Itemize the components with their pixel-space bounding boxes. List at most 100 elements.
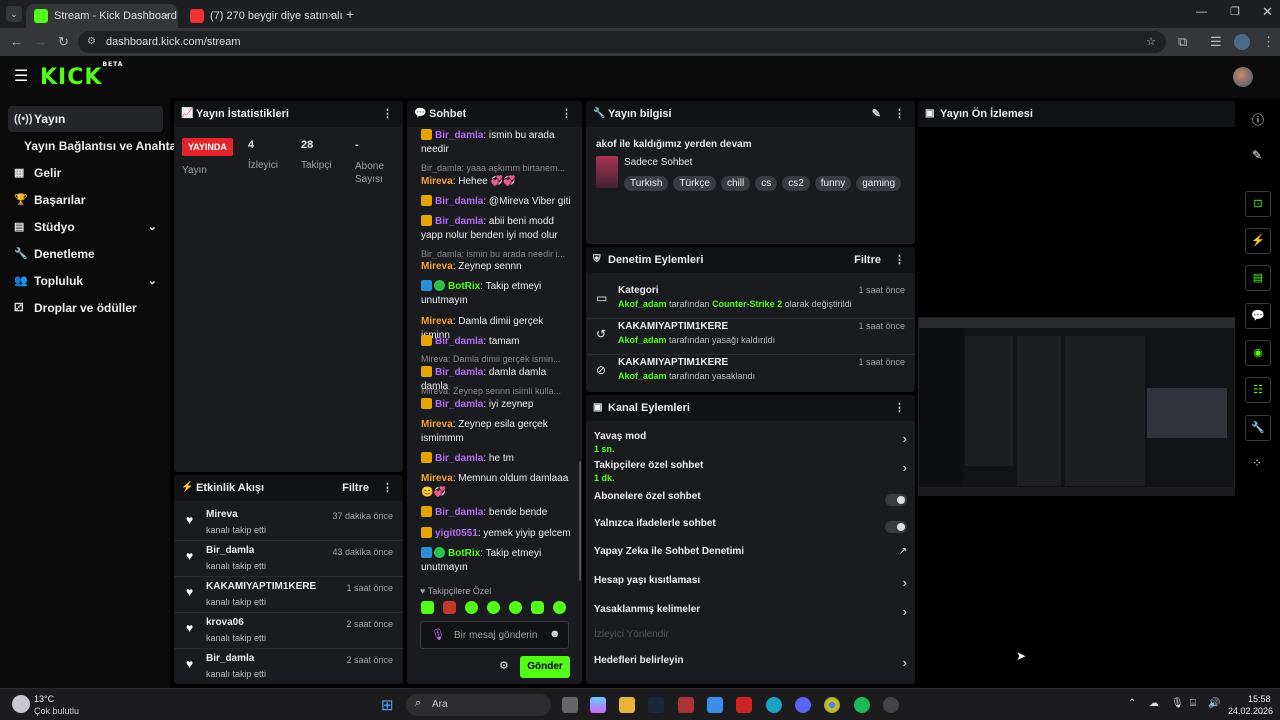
app-icon[interactable] (883, 697, 899, 713)
goals-row[interactable]: Hedefleri belirleyin › (586, 651, 915, 679)
kick-logo[interactable]: KICKBETA (40, 61, 123, 90)
kebab-menu-icon[interactable]: ⋮ (561, 101, 572, 127)
maximize-icon[interactable]: ❐ (1230, 5, 1240, 18)
tray-volume-icon[interactable]: 🔊 (1208, 698, 1220, 709)
kebab-menu-icon[interactable]: ⋮ (382, 475, 393, 501)
file-explorer-icon[interactable] (619, 697, 635, 713)
tab-kick-dashboard[interactable]: Stream - Kick Dashboard × (26, 4, 178, 28)
sidebar-item-gelir[interactable]: ▦ Gelir (8, 160, 163, 186)
tag-pill[interactable]: chill (720, 176, 751, 191)
filter-button[interactable]: Filtre (854, 247, 881, 273)
subs-chat-toggle[interactable] (885, 494, 907, 506)
close-window-icon[interactable]: ✕ (1262, 4, 1273, 20)
emotes-chat-toggle[interactable] (885, 521, 907, 533)
slow-mode-row[interactable]: Yavaş mod 1 sn. › (586, 427, 915, 455)
sidebar-item-topluluk[interactable]: 👥 Topluluk ⌄ (8, 268, 163, 294)
chat-username[interactable]: Bir_damla (435, 399, 483, 410)
close-tab-icon[interactable]: × (328, 4, 334, 28)
extensions-icon[interactable]: ⧉ (1178, 34, 1187, 50)
valorant-icon[interactable] (678, 697, 694, 713)
reload-icon[interactable]: ↻ (58, 34, 69, 50)
bookmark-star-icon[interactable]: ☆ (1146, 31, 1156, 53)
tray-onedrive-icon[interactable]: ☁ (1149, 698, 1159, 709)
tab-search-button[interactable]: ⌄ (6, 6, 22, 22)
edge-icon[interactable] (766, 697, 782, 713)
microphone-icon[interactable]: 🎙 (431, 628, 445, 641)
task-view-icon[interactable] (562, 697, 578, 713)
steam-icon[interactable] (648, 697, 664, 713)
tag-pill[interactable]: Turkish (624, 176, 669, 191)
forward-icon[interactable]: → (34, 34, 47, 49)
chat-input[interactable]: 🎙 Bir mesaj gönderin ☻ (420, 621, 569, 649)
mod-actor[interactable]: Akof_adam (618, 371, 667, 381)
chat-username[interactable]: Bir_damla (435, 507, 483, 518)
chat-username[interactable]: BotRix (448, 281, 480, 292)
chat-username[interactable]: Bir_damla (435, 336, 483, 347)
sidebar-item-basarilar[interactable]: 🏆 Başarılar (8, 187, 163, 213)
rail-camera-icon[interactable]: ⊡ (1245, 191, 1271, 217)
chat-username[interactable]: BotRix (448, 548, 480, 559)
clock-time[interactable]: 15:58 (1248, 694, 1271, 704)
chat-username[interactable]: Bir_damla (435, 196, 483, 207)
tray-mic-icon[interactable]: 🎙 (1171, 698, 1184, 709)
mod-actor[interactable]: Akof_adam (618, 335, 667, 345)
tray-chevron-icon[interactable]: ⌃ (1128, 698, 1136, 709)
emote-icon[interactable] (465, 601, 478, 614)
followers-chat-row[interactable]: Takipçilere özel sohbet 1 dk. › (586, 456, 915, 484)
ai-moderation-row[interactable]: Yapay Zeka ile Sohbet Denetimi ↗ (586, 542, 915, 570)
rail-note-icon[interactable]: ▤ (1245, 265, 1271, 291)
spotify-icon[interactable] (854, 697, 870, 713)
emote-icon[interactable] (421, 601, 434, 614)
weather-icon[interactable] (12, 695, 30, 713)
discord-icon[interactable] (795, 697, 811, 713)
tray-network-icon[interactable]: ⌸ (1190, 698, 1196, 709)
chat-username[interactable]: Mireva (421, 176, 453, 187)
emoji-icon[interactable]: ☻ (549, 628, 561, 640)
tag-pill[interactable]: cs2 (782, 176, 810, 191)
chat-username[interactable]: Bir_damla (435, 453, 483, 464)
store-icon[interactable] (707, 697, 723, 713)
edit-icon[interactable]: ✎ (1252, 148, 1262, 162)
opera-icon[interactable] (736, 697, 752, 713)
send-button[interactable]: Gönder (520, 656, 570, 678)
copilot-icon[interactable] (590, 697, 606, 713)
edit-pencil-icon[interactable]: ✎ (872, 101, 881, 127)
sidebar-item-yayin[interactable]: ((•)) Yayın (8, 106, 163, 132)
chrome-icon[interactable] (824, 697, 840, 713)
rail-bolt-icon[interactable]: ⚡ (1245, 228, 1271, 254)
emote-icon[interactable] (487, 601, 500, 614)
taskbar-search[interactable]: ⌕ Ara (406, 694, 551, 716)
sidebar-item-denetleme[interactable]: 🔧 Denetleme (8, 241, 163, 267)
mod-actor[interactable]: Akof_adam (618, 299, 667, 309)
back-icon[interactable]: ← (10, 34, 23, 49)
browser-menu-icon[interactable]: ⋮ (1262, 34, 1275, 50)
emote-icon[interactable] (553, 601, 566, 614)
chat-username[interactable]: yigit0551 (435, 528, 478, 539)
rail-broadcast-icon[interactable]: ◉ (1245, 340, 1271, 366)
emote-icon[interactable] (443, 601, 456, 614)
chat-settings-icon[interactable]: ⚙ (499, 659, 509, 672)
kebab-menu-icon[interactable]: ⋮ (894, 395, 905, 421)
hamburger-menu-icon[interactable]: ☰ (14, 66, 28, 86)
chat-scrollbar[interactable] (579, 461, 581, 581)
new-tab-button[interactable]: + (346, 6, 354, 22)
reading-list-icon[interactable]: ☰ (1210, 34, 1222, 50)
profile-avatar[interactable] (1234, 34, 1250, 50)
rail-wrench-icon[interactable]: 🔧 (1245, 415, 1271, 441)
site-info-icon[interactable]: ⚙ (87, 31, 96, 53)
tag-pill[interactable]: Türkçe (673, 176, 716, 191)
category-name[interactable]: Sadece Sohbet (624, 157, 692, 168)
chat-username[interactable]: Mireva (421, 316, 453, 327)
banned-words-row[interactable]: Yasaklanmış kelimeler › (586, 600, 915, 628)
info-icon[interactable]: ⓘ (1252, 111, 1264, 128)
kebab-menu-icon[interactable]: ⋮ (894, 247, 905, 273)
tab-youtube[interactable]: (7) 270 beygir diye satın alınan × (182, 4, 342, 28)
chat-username[interactable]: Mireva (421, 473, 453, 484)
tag-pill[interactable]: cs (755, 176, 778, 191)
tag-pill[interactable]: gaming (856, 176, 902, 191)
age-restriction-row[interactable]: Hesap yaşı kısıtlaması › (586, 571, 915, 599)
emote-icon[interactable] (509, 601, 522, 614)
rail-moderation-icon[interactable]: ☷ (1245, 377, 1271, 403)
tag-pill[interactable]: funny (814, 176, 852, 191)
preview-video[interactable] (918, 317, 1235, 496)
